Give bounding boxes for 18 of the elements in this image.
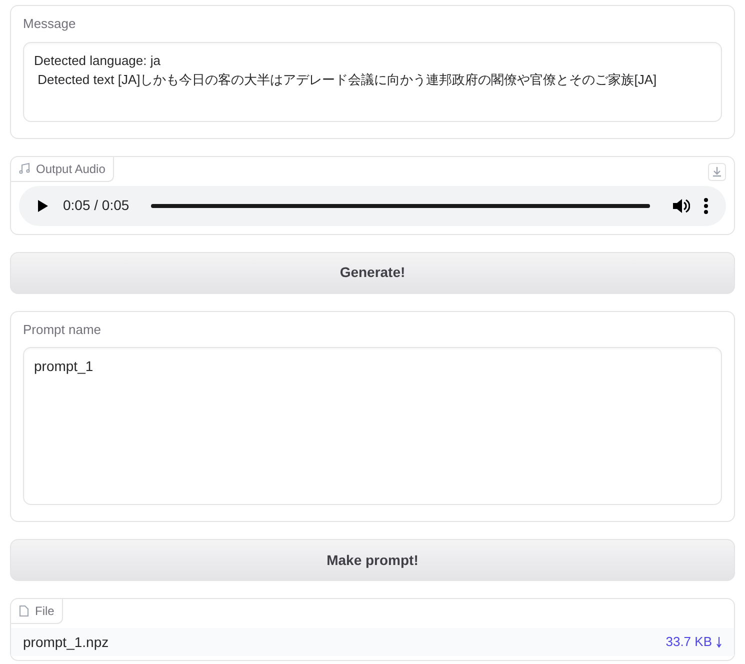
- more-icon[interactable]: [704, 198, 708, 214]
- message-field[interactable]: Detected language: ja Detected text [JA]しかも今日の客の大半はアデレード会議に向かう連邦政府の閣僚や官僚とそのご家族[JA]: [23, 42, 722, 122]
- prompt-name-field[interactable]: prompt_1: [23, 347, 722, 505]
- download-arrow-icon: [716, 636, 722, 648]
- file-size-link[interactable]: 33.7 KB: [666, 632, 722, 652]
- play-icon[interactable]: [37, 198, 49, 212]
- progress-bar[interactable]: [151, 204, 650, 208]
- music-icon: [19, 163, 30, 174]
- volume-icon[interactable]: [672, 198, 690, 214]
- file-name: prompt_1.npz: [23, 632, 109, 652]
- field-label: Message: [23, 15, 77, 33]
- audio-time: 0:05 / 0:05: [63, 196, 130, 215]
- output-audio-label: Output Audio: [11, 156, 114, 182]
- generate-button[interactable]: Generate!: [10, 252, 735, 294]
- file-icon: [19, 605, 29, 617]
- field-label: Prompt name: [23, 320, 102, 339]
- file-label: File: [11, 599, 64, 624]
- make-prompt-button[interactable]: Make prompt!: [10, 539, 735, 581]
